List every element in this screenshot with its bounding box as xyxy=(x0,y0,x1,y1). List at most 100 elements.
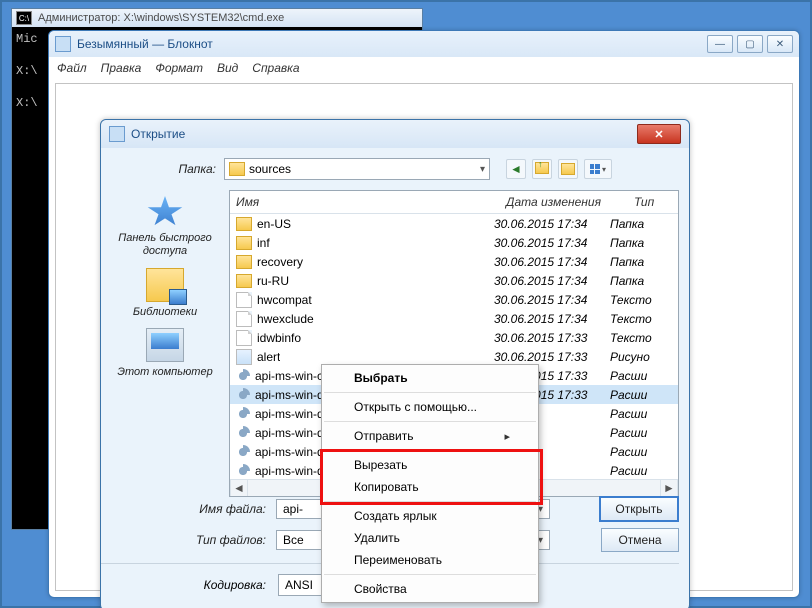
cmd-title-text: Администратор: X:\windows\SYSTEM32\cmd.e… xyxy=(38,12,284,24)
file-type: Рисуно xyxy=(610,350,662,364)
places-bar: Панель быстрого доступа Библиотеки Этот … xyxy=(109,190,221,500)
ctx-send-to[interactable]: Отправить ▸ xyxy=(322,425,538,447)
menu-view[interactable]: Вид xyxy=(217,61,238,75)
encoding-value: ANSI xyxy=(285,578,313,592)
notepad-title-text: Безымянный — Блокнот xyxy=(77,37,213,51)
up-button[interactable]: ↑ xyxy=(532,159,552,179)
encoding-label: Кодировка: xyxy=(101,578,266,592)
dialog-close-button[interactable]: ✕ xyxy=(637,124,681,144)
chevron-down-icon: ▾ xyxy=(602,165,606,174)
menu-format[interactable]: Формат xyxy=(155,61,203,75)
filename-value: api- xyxy=(283,502,303,516)
lookin-label: Папка: xyxy=(111,162,216,176)
folder-icon xyxy=(561,163,575,175)
chevron-down-icon: ▾ xyxy=(480,164,485,175)
new-folder-button[interactable] xyxy=(558,159,578,179)
open-dialog-title: Открытие xyxy=(131,127,185,141)
ctx-delete[interactable]: Удалить xyxy=(322,527,538,549)
file-date: 30.06.2015 17:34 xyxy=(494,217,610,231)
close-button[interactable]: ✕ xyxy=(767,35,793,53)
file-icon xyxy=(236,330,252,346)
file-name: en-US xyxy=(257,217,291,231)
image-icon xyxy=(236,349,252,365)
place-computer-label: Этот компьютер xyxy=(115,366,215,378)
col-name[interactable]: Имя xyxy=(230,191,500,213)
ctx-shortcut[interactable]: Создать ярлык xyxy=(322,505,538,527)
ctx-rename[interactable]: Переименовать xyxy=(322,549,538,571)
file-date: 30.06.2015 17:34 xyxy=(494,255,610,269)
file-icon xyxy=(236,311,252,327)
file-type: Папка xyxy=(610,217,662,231)
folder-combo-value: sources xyxy=(249,162,291,176)
file-type: Расши xyxy=(610,369,662,383)
open-dialog-titlebar[interactable]: Открытие ✕ xyxy=(101,120,689,148)
file-type: Расши xyxy=(610,388,662,402)
views-button[interactable]: ▾ xyxy=(584,159,612,179)
minimize-button[interactable]: — xyxy=(707,35,733,53)
file-type: Тексто xyxy=(610,293,662,307)
cmd-titlebar: C:\ Администратор: X:\windows\SYSTEM32\c… xyxy=(12,9,422,27)
file-type: Расши xyxy=(610,426,662,440)
ctx-properties[interactable]: Свойства xyxy=(322,578,538,600)
place-computer[interactable]: Этот компьютер xyxy=(115,328,215,378)
ctx-select[interactable]: Выбрать xyxy=(322,367,538,389)
back-button[interactable]: ◄ xyxy=(506,159,526,179)
gear-icon xyxy=(236,445,250,459)
folder-combo[interactable]: sources ▾ xyxy=(224,158,490,180)
place-quickaccess[interactable]: Панель быстрого доступа xyxy=(115,196,215,258)
views-icon xyxy=(590,164,600,174)
col-type[interactable]: Тип xyxy=(628,191,679,213)
file-type: Тексто xyxy=(610,312,662,326)
gear-icon xyxy=(236,388,250,402)
file-row[interactable]: recovery 30.06.2015 17:34Папка xyxy=(230,252,678,271)
star-icon xyxy=(147,196,183,228)
ctx-open-with[interactable]: Открыть с помощью... xyxy=(322,396,538,418)
file-name: hwcompat xyxy=(257,293,312,307)
file-row[interactable]: hwcompat 30.06.2015 17:34Тексто xyxy=(230,290,678,309)
chevron-right-icon: ▸ xyxy=(504,430,510,443)
menu-help[interactable]: Справка xyxy=(252,61,299,75)
dialog-icon xyxy=(109,126,125,142)
file-date: 30.06.2015 17:33 xyxy=(494,350,610,364)
notepad-titlebar[interactable]: Безымянный — Блокнот — ▢ ✕ xyxy=(49,31,799,57)
file-name: hwexclude xyxy=(257,312,314,326)
maximize-button[interactable]: ▢ xyxy=(737,35,763,53)
menu-edit[interactable]: Правка xyxy=(101,61,142,75)
ctx-copy[interactable]: Копировать xyxy=(322,476,538,498)
file-row[interactable]: ru-RU30.06.2015 17:34Папка xyxy=(230,271,678,290)
computer-icon xyxy=(146,328,184,362)
cmd-icon: C:\ xyxy=(16,11,32,25)
file-row[interactable]: en-US 30.06.2015 17:34Папка xyxy=(230,214,678,233)
folder-icon xyxy=(236,274,252,288)
col-date[interactable]: Дата изменения xyxy=(500,191,628,213)
notepad-menubar: Файл Правка Формат Вид Справка xyxy=(49,57,799,79)
gear-icon xyxy=(236,464,250,478)
file-date: 30.06.2015 17:33 xyxy=(494,331,610,345)
menu-file[interactable]: Файл xyxy=(57,61,87,75)
file-date: 30.06.2015 17:34 xyxy=(494,293,610,307)
file-name: alert xyxy=(257,350,280,364)
file-type: Папка xyxy=(610,255,662,269)
place-quickaccess-label: Панель быстрого доступа xyxy=(115,232,215,258)
ctx-cut[interactable]: Вырезать xyxy=(322,454,538,476)
file-row[interactable]: inf30.06.2015 17:34Папка xyxy=(230,233,678,252)
file-list-header[interactable]: Имя Дата изменения Тип xyxy=(230,191,678,214)
file-type: Папка xyxy=(610,236,662,250)
folder-icon xyxy=(236,217,252,231)
file-name: recovery xyxy=(257,255,303,269)
folder-icon xyxy=(236,255,252,269)
folder-icon xyxy=(236,236,252,250)
file-type: Расши xyxy=(610,464,662,478)
file-date: 30.06.2015 17:34 xyxy=(494,236,610,250)
cancel-button[interactable]: Отмена xyxy=(601,528,679,552)
filetype-value: Все xyxy=(283,533,304,547)
filename-label: Имя файла: xyxy=(101,502,266,516)
open-button[interactable]: Открыть xyxy=(599,496,679,522)
file-type: Папка xyxy=(610,274,662,288)
folder-up-icon: ↑ xyxy=(535,162,549,177)
file-row[interactable]: hwexclude30.06.2015 17:34Тексто xyxy=(230,309,678,328)
filetype-label: Тип файлов: xyxy=(101,533,266,547)
context-menu: Выбрать Открыть с помощью... Отправить ▸… xyxy=(321,364,539,603)
place-libraries[interactable]: Библиотеки xyxy=(115,268,215,318)
file-row[interactable]: idwbinfo30.06.2015 17:33Тексто xyxy=(230,328,678,347)
